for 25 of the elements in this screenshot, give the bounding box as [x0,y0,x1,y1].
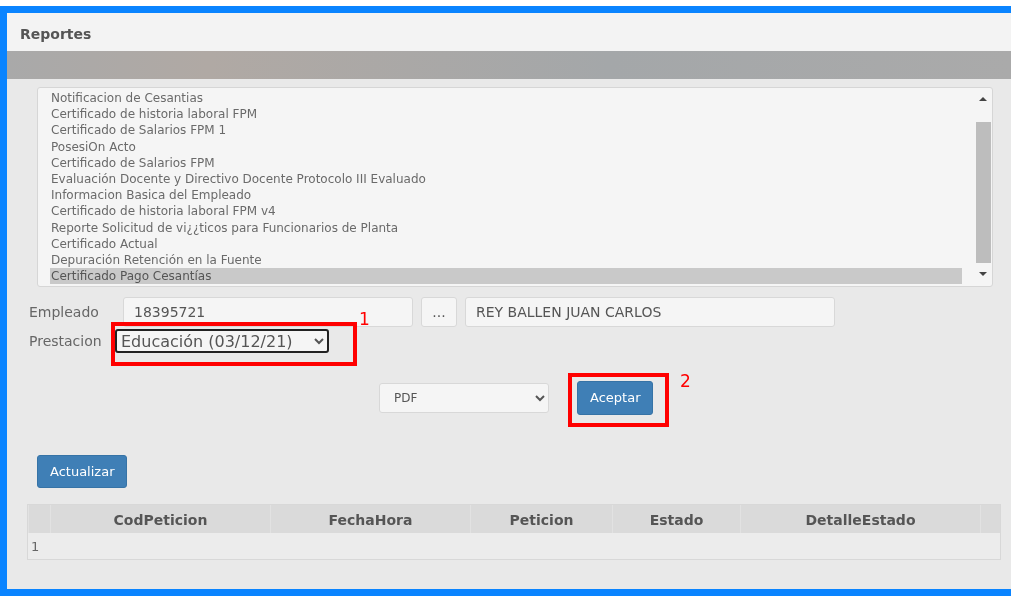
list-item[interactable]: Certificado de Salarios FPM [50,154,962,171]
list-item[interactable]: PosesiOn Acto [50,138,962,155]
benefit-select[interactable]: Educación (03/12/21) [115,329,329,353]
list-item[interactable]: Certificado de historia laboral FPM v4 [50,203,962,220]
accept-button[interactable]: Aceptar [577,381,654,415]
list-item[interactable]: Evaluación Docente y Directivo Docente Protocolo III Evaluado [50,171,962,188]
list-item[interactable]: Depuración Retención en la Fuente [50,252,962,269]
annotation-number: 1 [359,311,370,328]
list-item[interactable]: Certificado de historia laboral FPM [50,106,962,123]
field-label: Empleado [29,302,100,322]
list-item[interactable]: Notificacion de Cesantias [50,90,962,107]
list-item[interactable]: Certificado Actual [50,235,962,253]
list-item[interactable]: Reporte Solicitud de vi¿¿ticos para Funcionarios de Planta [50,219,962,236]
employee-name-field[interactable]: REY BALLEN JUAN CARLOS [465,297,835,327]
refresh-button[interactable]: Actualizar [37,454,128,488]
pager-text: 1 [31,539,40,554]
list-item[interactable]: Certificado de Salarios FPM 1 [50,122,962,139]
annotation-number: 2 [680,373,691,390]
report-list[interactable] [37,87,993,287]
field-label: Prestacion [29,331,103,351]
lookup-button[interactable]: ... [421,297,457,327]
list-item[interactable]: Certificado Pago Cesantías [50,268,962,285]
format-select[interactable]: PDF [379,382,549,413]
window-title: Reportes [20,26,92,42]
list-item[interactable]: Informacion Basica del Empleado [50,187,962,204]
